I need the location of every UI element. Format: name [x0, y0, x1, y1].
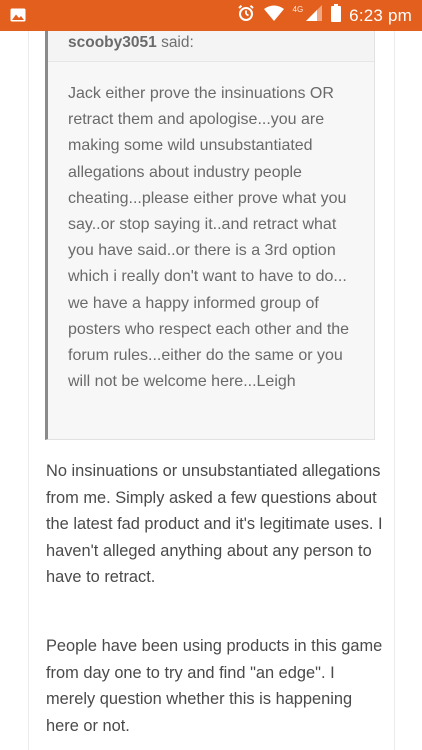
left-divider — [28, 31, 29, 750]
status-bar: 4G 6:23 pm — [0, 0, 422, 31]
quote-block: scooby3051 said: Jack either prove the i… — [45, 31, 375, 440]
quote-said-label: said: — [161, 34, 194, 51]
forum-post: scooby3051 said: Jack either prove the i… — [0, 31, 422, 750]
post-paragraph: People have been using products in this … — [46, 637, 383, 735]
quote-author-link[interactable]: scooby3051 — [68, 34, 157, 51]
right-divider — [394, 31, 395, 750]
status-time: 6:23 pm — [349, 5, 412, 25]
post-paragraph: No insinuations or unsubstantiated alleg… — [46, 462, 383, 586]
network-type-label: 4G — [292, 5, 304, 14]
signal-icon — [305, 4, 323, 27]
image-icon — [10, 8, 26, 22]
quote-attribution: scooby3051 said: — [68, 34, 194, 52]
wifi-icon — [263, 5, 285, 26]
battery-icon — [331, 4, 342, 27]
quote-text: Jack either prove the insinuations OR re… — [68, 85, 350, 391]
alarm-icon — [237, 4, 255, 27]
quote-header: scooby3051 said: — [48, 31, 374, 62]
